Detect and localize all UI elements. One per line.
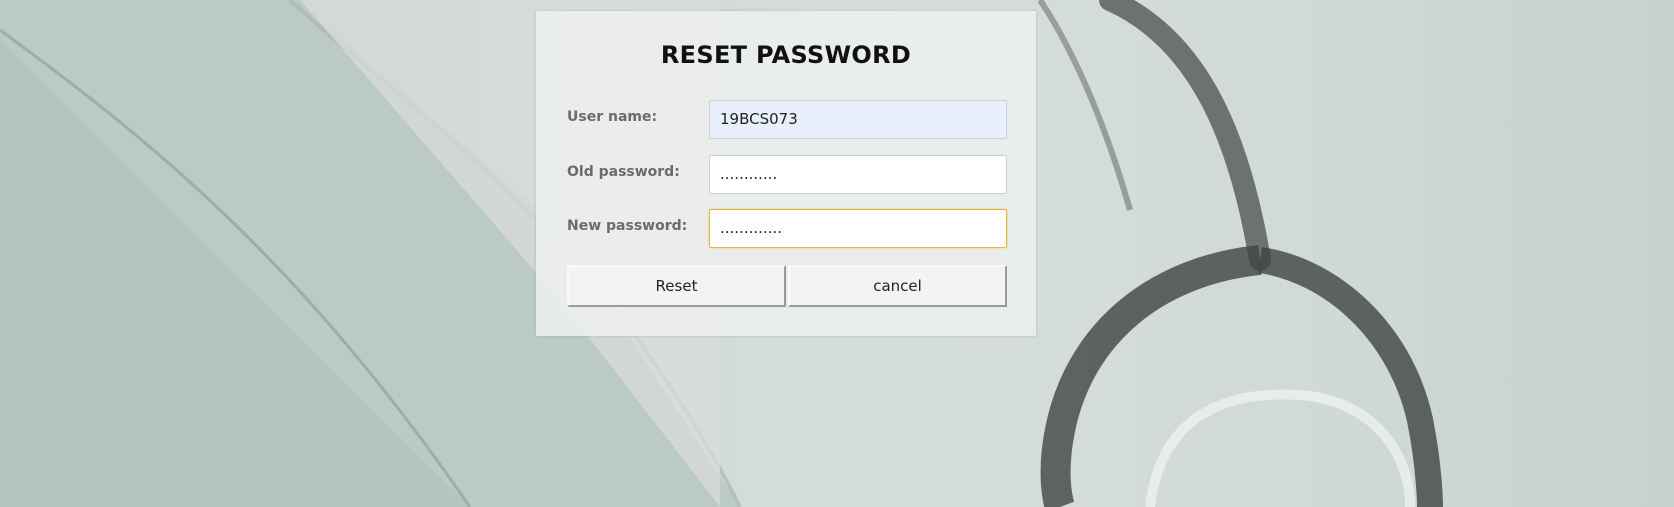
username-field[interactable]: 19BCS073 [709,100,1007,139]
reset-password-panel: RESET PASSWORD User name: 19BCS073 Old p… [536,11,1036,336]
cancel-button[interactable]: cancel [788,265,1007,307]
reset-button[interactable]: Reset [567,265,786,307]
new-password-field[interactable]: ............. [709,209,1007,248]
page-title: RESET PASSWORD [660,41,912,69]
old-password-field[interactable]: ............ [709,155,1007,194]
old-password-label: Old password: [567,164,680,180]
username-label: User name: [567,109,658,125]
new-password-label: New password: [567,218,688,234]
